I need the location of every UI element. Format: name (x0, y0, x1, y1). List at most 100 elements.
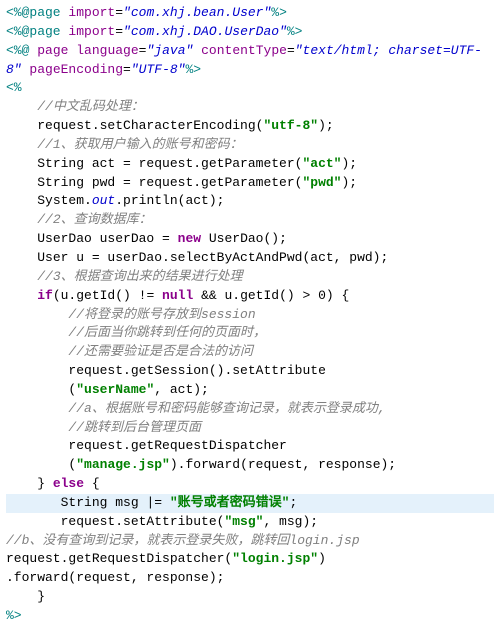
code-token: ).forward(request, response); (170, 457, 396, 472)
code-token: "com.xhj.bean.User" (123, 5, 271, 20)
code-line: //1、获取用户输入的账号和密码： (6, 136, 494, 155)
code-token: , msg); (263, 514, 318, 529)
code-token: //b、没有查询到记录，就表示登录失败，跳转回login.jsp (6, 533, 360, 548)
code-token: <% (6, 80, 22, 95)
code-token: request.setAttribute( (6, 514, 224, 529)
code-token: = (123, 62, 131, 77)
code-token: { (84, 476, 100, 491)
code-token: import (68, 5, 115, 20)
code-token: UserDao(); (201, 231, 287, 246)
code-token: = (115, 5, 123, 20)
code-token: "pwd" (302, 175, 341, 190)
code-line: User u = userDao.selectByActAndPwd(act, … (6, 249, 494, 268)
code-line: //将登录的账号存放到session (6, 306, 494, 325)
code-token (6, 307, 68, 322)
code-token: new (178, 231, 201, 246)
code-line: System.out.println(act); (6, 192, 494, 211)
code-token: contentType (201, 43, 287, 58)
code-line: String pwd = request.getParameter("pwd")… (6, 174, 494, 193)
code-token: //1、获取用户输入的账号和密码： (37, 137, 242, 152)
code-token: "msg" (224, 514, 263, 529)
code-line: request.getRequestDispatcher("login.jsp"… (6, 550, 494, 569)
code-token: (u.getId() != (53, 288, 162, 303)
code-token: pageEncoding (29, 62, 123, 77)
code-token: "act" (302, 156, 341, 171)
code-line: UserDao userDao = new UserDao(); (6, 230, 494, 249)
code-token: System. (6, 193, 92, 208)
code-token: out (92, 193, 115, 208)
code-line: //3、根据查询出来的结果进行处理 (6, 268, 494, 287)
code-token: ); (318, 118, 334, 133)
code-block: <%@page import="com.xhj.bean.User"%><%@p… (6, 4, 494, 626)
code-token: User u = userDao.selectByActAndPwd(act, … (6, 250, 388, 265)
code-token: ); (341, 175, 357, 190)
code-line: //a、根据账号和密码能够查询记录，就表示登录成功, (6, 400, 494, 419)
code-token: page (37, 43, 68, 58)
code-token (6, 212, 37, 227)
code-token: , act); (154, 382, 209, 397)
code-line: %> (6, 607, 494, 626)
code-token (6, 288, 37, 303)
code-token: %> (6, 608, 22, 623)
code-line: <%@page import="com.xhj.DAO.UserDao"%> (6, 23, 494, 42)
code-token: %> (185, 62, 201, 77)
code-token: && u.getId() > (193, 288, 318, 303)
code-line: .forward(request, response); (6, 569, 494, 588)
code-token: <%@page (6, 5, 61, 20)
code-token: null (162, 288, 193, 303)
code-token: ) { (326, 288, 349, 303)
code-token (6, 420, 68, 435)
code-token: "manage.jsp" (76, 457, 170, 472)
code-token: //还需要验证是否是合法的访问 (68, 344, 253, 359)
code-token: <%@page (6, 24, 61, 39)
code-line: } (6, 588, 494, 607)
code-token: "userName" (76, 382, 154, 397)
code-token: ; (289, 495, 297, 510)
code-line: <%@ page language="java" contentType="te… (6, 42, 494, 80)
code-token (6, 325, 68, 340)
code-line: request.getRequestDispatcher (6, 437, 494, 456)
code-token: ); (341, 156, 357, 171)
code-line: //后面当你跳转到任何的页面时， (6, 324, 494, 343)
code-line: <% (6, 79, 494, 98)
code-token: "com.xhj.DAO.UserDao" (123, 24, 287, 39)
code-token: ( (6, 382, 76, 397)
code-token: //2、查询数据库： (37, 212, 151, 227)
code-token: String pwd = request.getParameter( (6, 175, 302, 190)
code-line: String act = request.getParameter("act")… (6, 155, 494, 174)
code-token (6, 137, 37, 152)
code-token (6, 344, 68, 359)
code-token: } (6, 589, 45, 604)
code-token: "java" (146, 43, 193, 58)
code-token: request.setCharacterEncoding( (6, 118, 263, 133)
code-line: ("manage.jsp").forward(request, response… (6, 456, 494, 475)
code-token: 0 (318, 288, 326, 303)
code-token: ( (6, 457, 76, 472)
code-token: request.getRequestDispatcher (6, 438, 287, 453)
code-line: request.getSession().setAttribute (6, 362, 494, 381)
code-line: //b、没有查询到记录，就表示登录失败，跳转回login.jsp (6, 532, 494, 551)
code-token: //将登录的账号存放到session (68, 307, 255, 322)
code-token: .forward(request, response); (6, 570, 224, 585)
code-token: = (154, 495, 170, 510)
code-line: //还需要验证是否是合法的访问 (6, 343, 494, 362)
code-line: //2、查询数据库： (6, 211, 494, 230)
code-token: //后面当你跳转到任何的页面时， (68, 325, 266, 340)
code-token (6, 99, 37, 114)
code-token: "login.jsp" (232, 551, 318, 566)
code-line: //中文乱码处理： (6, 98, 494, 117)
code-token: //a、根据账号和密码能够查询记录，就表示登录成功, (68, 401, 385, 416)
code-token (6, 401, 68, 416)
code-token: else (53, 476, 84, 491)
code-token: %> (271, 5, 287, 20)
code-token: <%@ (6, 43, 29, 58)
code-token: //中文乱码处理： (37, 99, 144, 114)
code-token: request.getRequestDispatcher( (6, 551, 232, 566)
code-token: import (68, 24, 115, 39)
code-token: UserDao userDao = (6, 231, 178, 246)
code-token: String msg (6, 495, 146, 510)
code-token (193, 43, 201, 58)
code-token: //3、根据查询出来的结果进行处理 (37, 269, 242, 284)
code-token: = (115, 24, 123, 39)
code-line: request.setAttribute("msg", msg); (6, 513, 494, 532)
